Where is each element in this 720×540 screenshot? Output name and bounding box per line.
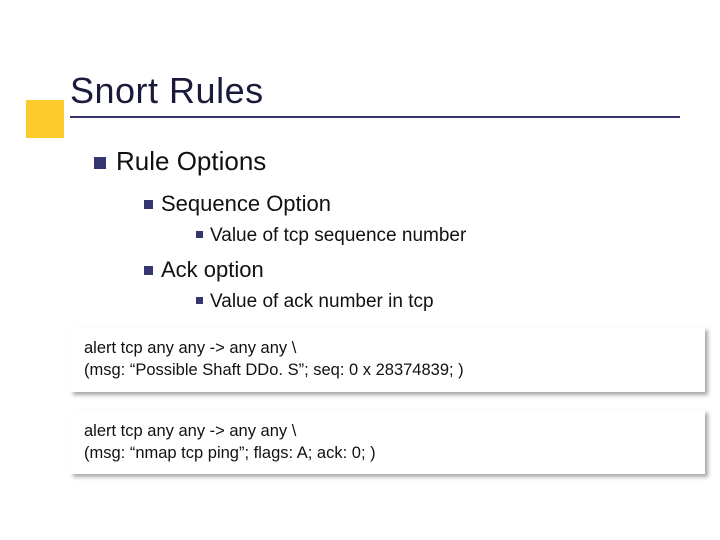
code-example-ack: alert tcp any any -> any any \ (msg: “nm… (70, 410, 705, 475)
code-line: alert tcp any any -> any any \ (84, 420, 691, 442)
square-bullet-icon (144, 266, 153, 275)
square-bullet-icon (94, 157, 106, 169)
title-accent-square (26, 100, 64, 138)
bullet-text: Value of tcp sequence number (210, 225, 466, 246)
title-underline (70, 116, 680, 118)
code-line: (msg: “Possible Shaft DDo. S”; seq: 0 x … (84, 359, 691, 381)
bullet-text: Ack option (161, 257, 264, 282)
bullet-text: Value of ack number in tcp (210, 291, 434, 312)
square-bullet-icon (196, 297, 203, 304)
title-block: Snort Rules (70, 70, 680, 118)
slide: Snort Rules Rule Options Sequence Option… (0, 0, 720, 540)
square-bullet-icon (196, 231, 203, 238)
slide-title: Snort Rules (70, 70, 680, 112)
code-example-seq: alert tcp any any -> any any \ (msg: “Po… (70, 327, 705, 392)
bullet-level3-ack-detail: Value of ack number in tcp (196, 291, 680, 313)
code-line: (msg: “nmap tcp ping”; flags: A; ack: 0;… (84, 442, 691, 464)
bullet-text: Rule Options (116, 146, 266, 176)
code-line: alert tcp any any -> any any \ (84, 337, 691, 359)
bullet-text: Sequence Option (161, 191, 331, 216)
bullet-level2-sequence-option: Sequence Option (144, 191, 680, 217)
bullet-level2-ack-option: Ack option (144, 257, 680, 283)
square-bullet-icon (144, 200, 153, 209)
bullet-level3-sequence-detail: Value of tcp sequence number (196, 225, 680, 247)
bullet-level1-rule-options: Rule Options (94, 146, 680, 177)
